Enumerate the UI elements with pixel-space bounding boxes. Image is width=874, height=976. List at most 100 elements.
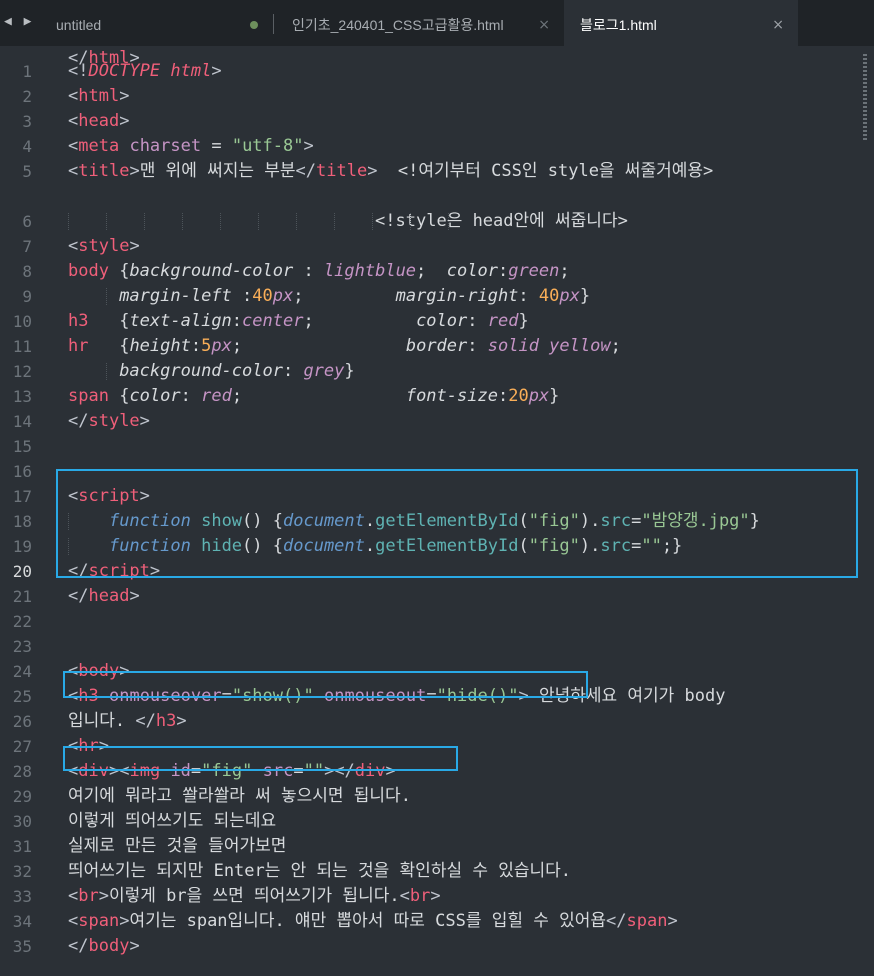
- code-token: solid yellow: [487, 336, 611, 356]
- unsaved-dot-icon[interactable]: [250, 21, 258, 29]
- code-token: 입니다.: [68, 711, 136, 731]
- code-line[interactable]: 8 body {background-color : lightblue; col…: [0, 259, 874, 284]
- code-line[interactable]: 7 <style>: [0, 234, 874, 259]
- code-line[interactable]: 3 <head>: [0, 109, 874, 134]
- code-token: meta: [78, 136, 120, 156]
- code-line[interactable]: 22: [0, 609, 874, 634]
- code-token: ;: [293, 286, 396, 306]
- code-text: hr {height:5px; border: solid yellow;: [68, 334, 621, 359]
- code-token: :: [518, 286, 539, 306]
- indent-guide: [296, 213, 297, 230]
- code-token: span: [78, 911, 120, 931]
- code-text: h3 {text-align:center; color: red}: [68, 309, 529, 334]
- code-line[interactable]: 10 h3 {text-align:center; color: red}: [0, 309, 874, 334]
- code-token: px: [272, 286, 294, 306]
- code-line[interactable]: </html>: [0, 46, 874, 71]
- line-number: 6: [22, 212, 32, 231]
- code-token: color: [416, 311, 468, 331]
- code-line[interactable]: 5 <title>맨 위에 써지는 부분</title> <!여기부터 CSS인 …: [0, 159, 874, 184]
- code-token: <: [68, 911, 79, 931]
- code-token: </: [295, 161, 316, 181]
- code-token: ;: [610, 336, 621, 356]
- code-token: px: [211, 336, 232, 356]
- code-text: 입니다. </h3>: [68, 709, 187, 734]
- code-token: 여기에 뭐라고 쏼라쏼라 써 놓으시면 됩니다.: [68, 786, 411, 806]
- code-line[interactable]: 29 여기에 뭐라고 쏼라쏼라 써 놓으시면 됩니다.: [0, 784, 874, 809]
- code-token: 이렇게 띄어쓰기도 되는데요: [68, 811, 277, 831]
- code-token: style: [88, 411, 140, 431]
- close-icon[interactable]: ×: [772, 0, 784, 50]
- code-line[interactable]: 9 margin-left :40px; margin-right: 40px}: [0, 284, 874, 309]
- minimap-line: [863, 102, 867, 104]
- code-line[interactable]: 2 <html>: [0, 84, 874, 109]
- minimap-line: [863, 94, 867, 96]
- code-token: <: [68, 111, 79, 131]
- code-line[interactable]: 35 </body>: [0, 934, 874, 959]
- code-token: </: [135, 711, 156, 731]
- code-token: font-size: [405, 386, 498, 406]
- code-line[interactable]: 30 이렇게 띄어쓰기도 되는데요: [0, 809, 874, 834]
- code-line[interactable]: 6 <!style은 head안에 써줍니다>: [0, 209, 874, 234]
- code-token: margin-right: [395, 286, 519, 306]
- code-token: :: [293, 261, 324, 281]
- line-number: 2: [22, 87, 32, 106]
- line-number: 16: [12, 462, 32, 481]
- code-token: 이렇게 br을 쓰면 띄어쓰기가 됩니다.: [108, 886, 400, 906]
- code-line[interactable]: 34 <span>여기는 span입니다. 얘만 뽑아서 따로 CSS를 입힐 수…: [0, 909, 874, 934]
- minimap-line: [863, 70, 867, 72]
- tab-blog1[interactable]: 블로그1.html ×: [564, 0, 798, 46]
- tab-nav-arrows[interactable]: ◀ ▶: [4, 14, 33, 29]
- minimap[interactable]: [863, 54, 873, 146]
- code-token: :: [231, 311, 243, 331]
- line-number: 28: [12, 762, 32, 781]
- code-token: 5: [201, 336, 212, 356]
- code-line[interactable]: 26 입니다. </h3>: [0, 709, 874, 734]
- code-token: ;: [559, 261, 570, 281]
- tab-bar: ◀ ▶ untitled 인기초_240401_CSS고급활용.html × 블…: [0, 0, 874, 46]
- close-icon[interactable]: ×: [538, 0, 550, 50]
- code-token: >: [98, 886, 109, 906]
- code-token: h3: [68, 311, 89, 331]
- line-number: 27: [12, 737, 32, 756]
- code-line[interactable]: 21 </head>: [0, 584, 874, 609]
- code-line[interactable]: 14 </style>: [0, 409, 874, 434]
- line-number: 20: [12, 562, 32, 581]
- code-token: :: [231, 286, 253, 306]
- minimap-line: [863, 78, 867, 80]
- code-line[interactable]: 23: [0, 634, 874, 659]
- tab-css-advanced[interactable]: 인기초_240401_CSS고급활용.html ×: [276, 0, 564, 46]
- line-number: 31: [12, 837, 32, 856]
- code-line[interactable]: 33 <br>이렇게 br을 쓰면 띄어쓰기가 됩니다.<br>: [0, 884, 874, 909]
- code-token: :: [282, 361, 304, 381]
- code-line[interactable]: 4 <meta charset = "utf-8">: [0, 134, 874, 159]
- code-token: margin-left: [119, 286, 232, 306]
- line-number: 17: [12, 487, 32, 506]
- indent-guide: [68, 213, 69, 230]
- code-text: <meta charset = "utf-8">: [68, 134, 314, 159]
- code-line[interactable]: 13 span {color: red; font-size:20px}: [0, 384, 874, 409]
- minimap-line: [863, 106, 867, 108]
- code-token: :: [467, 336, 488, 356]
- code-line[interactable]: 31 실제로 만든 것을 들어가보면: [0, 834, 874, 859]
- highlight-box-div: [63, 746, 458, 771]
- tab-untitled[interactable]: untitled: [40, 0, 274, 46]
- indent-guide: [334, 213, 335, 230]
- code-token: >: [129, 586, 140, 606]
- line-number: 11: [12, 337, 32, 356]
- code-token: background-color: [119, 361, 283, 381]
- code-line[interactable]: 11 hr {height:5px; border: solid yellow;: [0, 334, 874, 359]
- code-token: html: [88, 48, 130, 68]
- code-token: 띄어쓰기는 되지만 Enter는 안 되는 것을 확인하실 수 있습니다.: [68, 861, 572, 881]
- code-token: 20: [508, 386, 529, 406]
- code-line[interactable]: 15: [0, 434, 874, 459]
- code-text: <title>맨 위에 써지는 부분</title> <!여기부터 CSS인 s…: [68, 159, 713, 184]
- code-token: span: [68, 386, 109, 406]
- code-line[interactable]: 32 띄어쓰기는 되지만 Enter는 안 되는 것을 확인하실 수 있습니다.: [0, 859, 874, 884]
- minimap-line: [863, 98, 867, 100]
- code-line[interactable]: 12 background-color: grey}: [0, 359, 874, 384]
- code-token: title: [78, 161, 130, 181]
- code-token: }: [344, 361, 355, 381]
- indent-guide: [258, 213, 259, 230]
- code-token: <!style은 head안에 써줍니다>: [68, 211, 628, 231]
- line-number: 33: [12, 887, 32, 906]
